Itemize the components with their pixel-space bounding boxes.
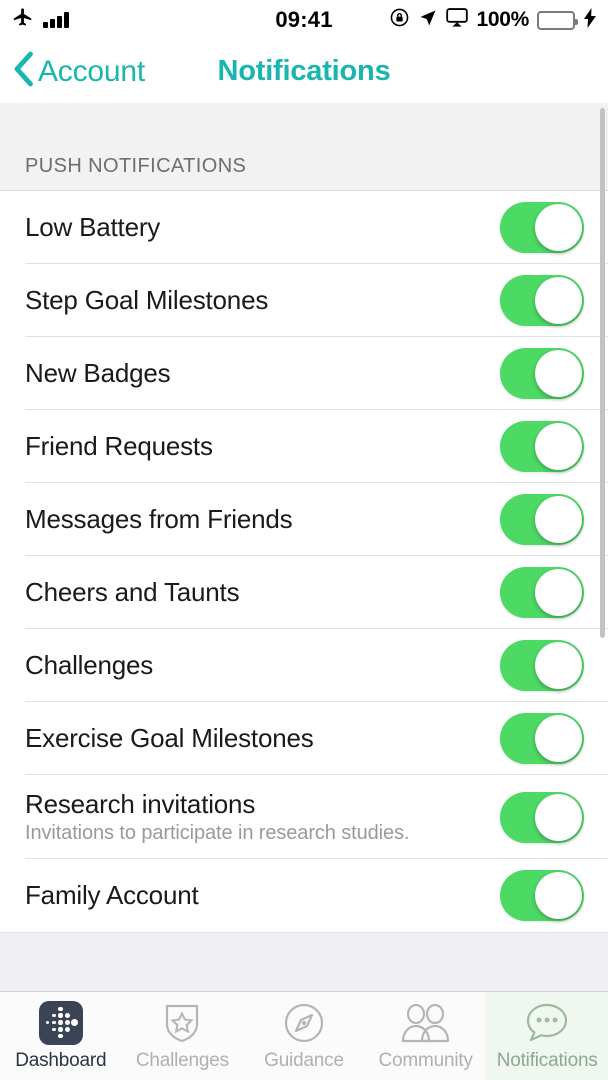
status-left-group xyxy=(12,7,69,34)
settings-row-label: Friend Requests xyxy=(25,431,213,461)
settings-row-text: Research invitations Invitations to parti… xyxy=(25,789,410,845)
settings-row-text: Step Goal Milestones xyxy=(25,285,268,316)
toggle-switch[interactable] xyxy=(500,348,584,399)
tab-label: Guidance xyxy=(264,1049,344,1071)
tab-icon-wrapper xyxy=(38,1000,83,1045)
settings-row[interactable]: Low Battery xyxy=(0,191,608,264)
toggle-switch[interactable] xyxy=(500,713,584,764)
tab-icon-wrapper xyxy=(162,1001,202,1045)
toggle-knob xyxy=(535,793,582,841)
back-button-label: Account xyxy=(38,54,145,88)
tab-challenges[interactable]: Challenges xyxy=(122,992,244,1080)
settings-row[interactable]: New Badges xyxy=(0,337,608,410)
shield-star-icon xyxy=(166,1004,199,1042)
app-screen: 09:41 100% Account Notifications PUSH NO… xyxy=(0,0,608,1080)
battery-icon xyxy=(537,10,578,30)
battery-percent-label: 100% xyxy=(476,8,529,31)
settings-row-label: Exercise Goal Milestones xyxy=(25,723,314,753)
navigation-bar: Account Notifications xyxy=(0,40,608,103)
toggle-switch[interactable] xyxy=(500,870,584,921)
settings-row-label: Family Account xyxy=(25,880,199,910)
section-header-push-notifications: PUSH NOTIFICATIONS xyxy=(0,103,608,191)
signal-bars-icon xyxy=(43,12,69,28)
tab-guidance[interactable]: Guidance xyxy=(243,992,365,1080)
airplane-icon xyxy=(12,7,34,34)
toggle-knob xyxy=(535,569,582,616)
settings-row[interactable]: Friend Requests xyxy=(0,410,608,483)
two-people-icon xyxy=(401,1003,449,1042)
settings-row-text: Low Battery xyxy=(25,212,160,243)
settings-row[interactable]: Family Account xyxy=(0,859,608,932)
tab-label: Notifications xyxy=(496,1049,598,1071)
tab-icon-wrapper xyxy=(283,1001,325,1045)
toggle-knob xyxy=(535,715,582,762)
settings-row-text: Family Account xyxy=(25,880,199,911)
location-arrow-icon xyxy=(418,8,438,33)
settings-row-text: Cheers and Taunts xyxy=(25,577,240,608)
tab-community[interactable]: Community xyxy=(365,992,487,1080)
settings-row-text: Challenges xyxy=(25,650,153,681)
settings-row-text: Messages from Friends xyxy=(25,504,293,535)
tab-label: Community xyxy=(378,1049,473,1071)
tab-label: Dashboard xyxy=(15,1049,107,1071)
settings-row-label: Challenges xyxy=(25,650,154,680)
toggle-knob xyxy=(535,277,582,324)
settings-row[interactable]: Step Goal Milestones xyxy=(0,264,608,337)
settings-row-label: Cheers and Taunts xyxy=(25,577,240,607)
toggle-knob xyxy=(535,423,582,470)
chevron-left-icon xyxy=(12,51,34,92)
toggle-switch[interactable] xyxy=(500,202,584,253)
settings-row-text: New Badges xyxy=(25,358,171,389)
settings-row-label: Low Battery xyxy=(25,212,161,242)
charging-bolt-icon xyxy=(583,7,597,33)
settings-scroll-area[interactable]: PUSH NOTIFICATIONS Low Battery Step Goal … xyxy=(0,103,608,991)
vertical-scrollbar[interactable] xyxy=(600,108,605,638)
settings-row-label: Step Goal Milestones xyxy=(25,285,269,315)
section-header-label: PUSH NOTIFICATIONS xyxy=(25,155,247,177)
rotation-lock-icon xyxy=(389,7,410,33)
tab-notifications[interactable]: Notifications xyxy=(486,992,608,1080)
settings-row-text: Exercise Goal Milestones xyxy=(25,723,314,754)
settings-row-subtitle: Invitations to participate in research s… xyxy=(25,822,410,844)
settings-row[interactable]: Research invitations Invitations to parti… xyxy=(0,775,608,859)
toggle-knob xyxy=(535,642,582,689)
toggle-knob xyxy=(535,872,582,919)
list-bottom-spacer xyxy=(0,932,608,981)
tab-label: Challenges xyxy=(135,1049,229,1071)
settings-row-label: Research invitations xyxy=(25,789,256,819)
toggle-switch[interactable] xyxy=(500,640,584,691)
toggle-knob xyxy=(535,350,582,397)
toggle-knob xyxy=(535,496,582,543)
status-right-group: 100% xyxy=(389,0,597,40)
settings-row[interactable]: Cheers and Taunts xyxy=(0,556,608,629)
settings-row[interactable]: Messages from Friends xyxy=(0,483,608,556)
fitbit-logo-icon xyxy=(38,1000,83,1045)
toggle-knob xyxy=(535,204,582,251)
tab-dashboard[interactable]: Dashboard xyxy=(0,992,122,1080)
toggle-switch[interactable] xyxy=(500,275,584,326)
back-button[interactable]: Account xyxy=(0,51,145,92)
settings-list: Low Battery Step Goal Milestones New Badge… xyxy=(0,191,608,932)
status-bar: 09:41 100% xyxy=(0,0,608,40)
toggle-switch[interactable] xyxy=(500,494,584,545)
toggle-switch[interactable] xyxy=(500,421,584,472)
settings-row-label: Messages from Friends xyxy=(25,504,293,534)
settings-row-text: Friend Requests xyxy=(25,431,213,462)
settings-row-label: New Badges xyxy=(25,358,171,388)
tab-bar: Dashboard Challenges Guidance Community Noti… xyxy=(0,991,608,1080)
settings-row[interactable]: Exercise Goal Milestones xyxy=(0,702,608,775)
tab-icon-wrapper xyxy=(400,1001,452,1045)
toggle-switch[interactable] xyxy=(500,567,584,618)
tab-icon-wrapper xyxy=(525,1001,569,1045)
airplay-screen-icon xyxy=(446,7,469,33)
settings-row[interactable]: Challenges xyxy=(0,629,608,702)
speech-bubble-icon xyxy=(527,1003,568,1041)
toggle-switch[interactable] xyxy=(500,791,584,843)
compass-icon xyxy=(284,1003,324,1042)
